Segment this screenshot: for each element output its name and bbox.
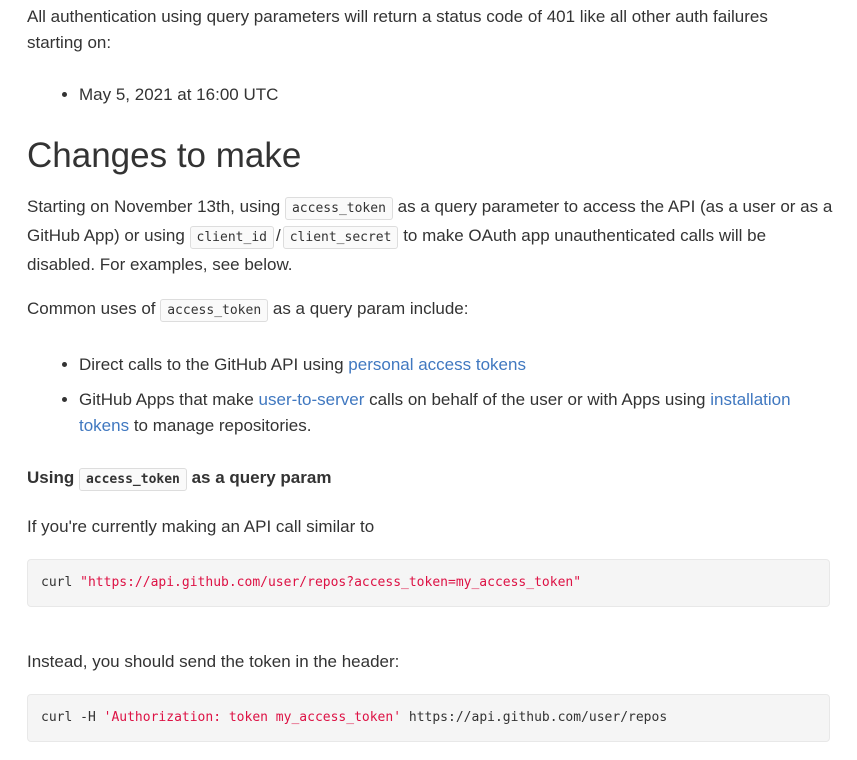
list-item: May 5, 2021 at 16:00 UTC [79, 82, 278, 108]
text: as a query param include: [268, 299, 469, 318]
code-block-query-param: curl "https://api.github.com/user/repos?… [27, 559, 830, 607]
subsection-paragraph-2: Instead, you should send the token in th… [27, 652, 400, 671]
user-to-server-link[interactable]: user-to-server [259, 390, 365, 409]
code-string: 'Authorization: token my_access_token' [103, 710, 402, 725]
inline-code-access-token: access_token [78, 468, 187, 491]
uses-list: Direct calls to the GitHub API using per… [27, 352, 839, 439]
section-heading: Changes to make [27, 136, 302, 175]
code-command: curl -H [41, 710, 104, 725]
code-url: https://api.github.com/user/repos [401, 710, 668, 725]
subsection-heading: Using access_token as a query param [27, 465, 331, 491]
text: Using [27, 468, 79, 487]
subsection-paragraph-1: If you're currently making an API call s… [27, 517, 375, 536]
personal-access-tokens-link[interactable]: personal access tokens [348, 355, 526, 374]
text: to manage repositories. [129, 416, 312, 435]
text: as a query param [186, 468, 332, 487]
list-item: Direct calls to the GitHub API using per… [79, 352, 839, 378]
inline-code-client-secret: client_secret [282, 226, 399, 249]
code-block-header: curl -H 'Authorization: token my_access_… [27, 694, 830, 742]
section-paragraph-1: Starting on November 13th, using access_… [27, 192, 833, 279]
inline-code-access-token: access_token [284, 197, 393, 220]
text: Direct calls to the GitHub API using [79, 355, 349, 374]
text: Common uses of [27, 299, 161, 318]
code-string: "https://api.github.com/user/repos?acces… [80, 575, 582, 590]
inline-code-client-id: client_id [189, 226, 274, 249]
text: Starting on November 13th, using [27, 197, 285, 216]
inline-code-access-token: access_token [160, 299, 269, 322]
slash: / [275, 226, 281, 245]
intro-paragraph: All authentication using query parameter… [27, 7, 768, 52]
code-command: curl [41, 575, 81, 590]
intro-list: May 5, 2021 at 16:00 UTC [27, 82, 278, 108]
section-paragraph-2: Common uses of access_token as a query p… [27, 296, 469, 322]
list-item: GitHub Apps that make user-to-server cal… [79, 387, 839, 439]
text: calls on behalf of the user or with Apps… [364, 390, 711, 409]
text: GitHub Apps that make [79, 390, 259, 409]
